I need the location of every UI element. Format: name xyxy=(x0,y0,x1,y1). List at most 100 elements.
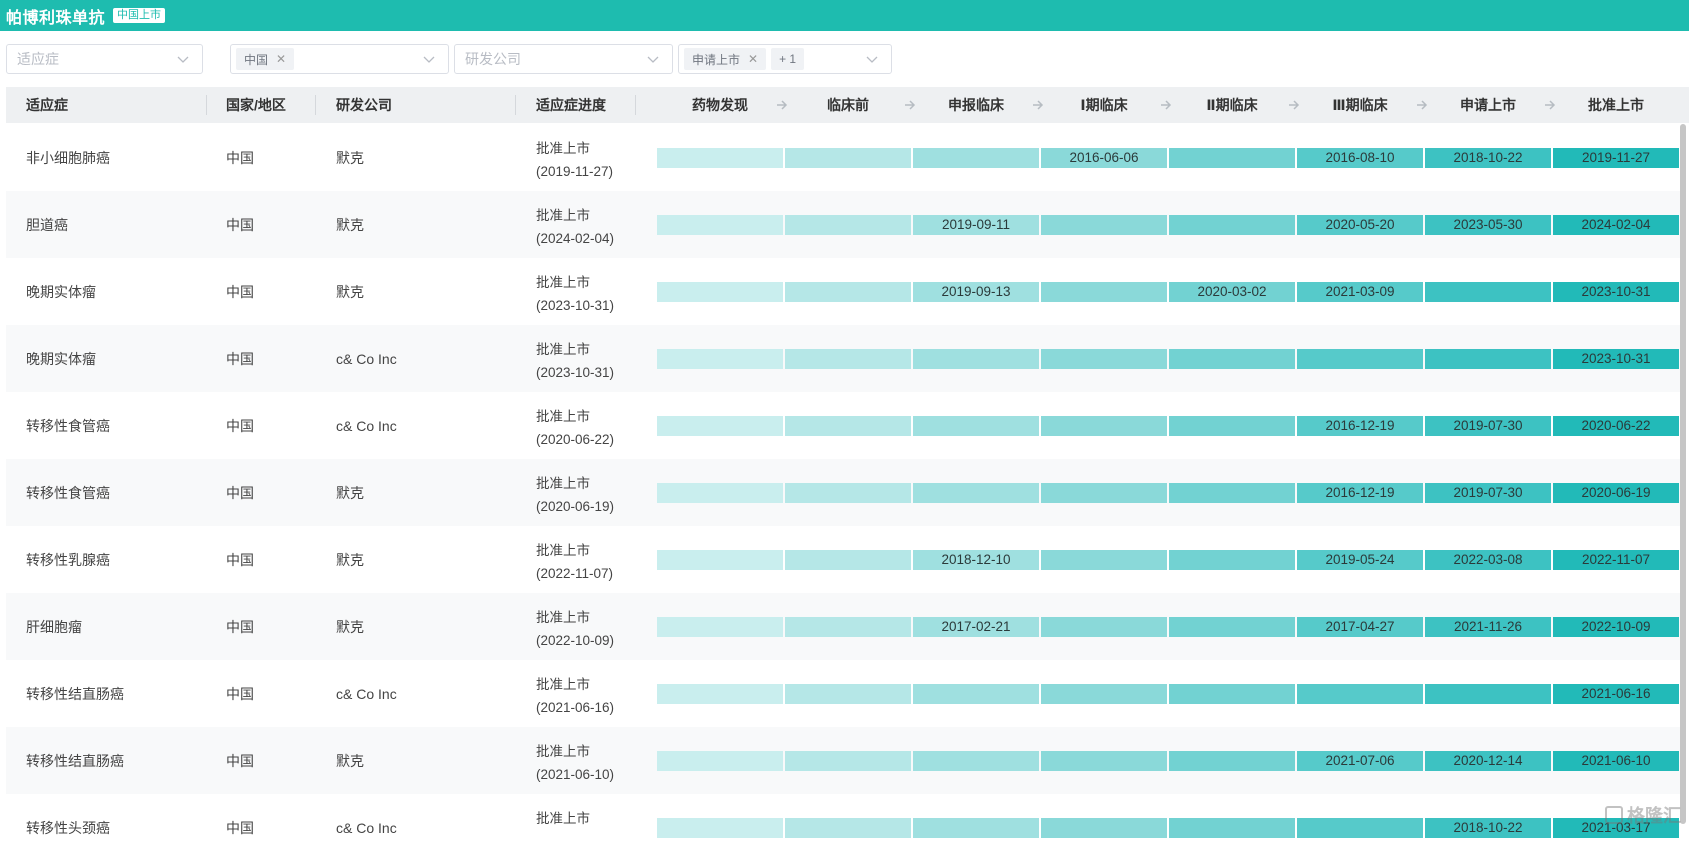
progress-status: 批准上市 xyxy=(536,141,590,156)
company-cell: 默克 xyxy=(336,484,364,501)
progress-date: (2023-10-31) xyxy=(536,298,615,313)
stage-bar xyxy=(1169,416,1295,436)
stage-select[interactable]: 申请上市 ✕ + 1 xyxy=(678,44,892,74)
company-cell: 默克 xyxy=(336,551,364,568)
stage-bar xyxy=(785,550,911,570)
indication-select[interactable]: 适应症 xyxy=(6,44,203,74)
progress-date: (2020-06-22) xyxy=(536,432,615,447)
table-header: 适应症 国家/地区 研发公司 适应症进度 药物发现 临床前 申报临床 Ⅰ期临床 Ⅱ期临床… xyxy=(6,87,1689,123)
company-select-placeholder: 研发公司 xyxy=(465,51,521,67)
stage-bar xyxy=(1297,349,1423,369)
indication-cell: 胆道癌 xyxy=(26,216,68,233)
progress-status: 批准上市 xyxy=(536,208,590,223)
indication-cell: 晚期实体瘤 xyxy=(26,283,96,300)
table-row[interactable]: 晚期实体瘤 中国 默克 批准上市 (2023-10-31) 2019-09-13 2020-… xyxy=(6,258,1685,325)
progress-cell: 批准上市 (2023-10-31) xyxy=(536,338,614,384)
stage-bar xyxy=(1041,282,1167,302)
table-row[interactable]: 转移性结直肠癌 中国 默克 批准上市 (2021-06-10) 2021-07-06 202… xyxy=(6,727,1685,794)
company-select[interactable]: 研发公司 xyxy=(454,44,673,74)
progress-status: 批准上市 xyxy=(536,744,590,759)
progress-date: (2019-11-27) xyxy=(536,164,614,179)
stage-bar: 2023-10-31 xyxy=(1553,349,1679,369)
stage-bar xyxy=(1425,684,1551,704)
indication-cell: 肝细胞瘤 xyxy=(26,618,82,635)
stage-bar: 2023-10-31 xyxy=(1553,282,1679,302)
table-row[interactable]: 转移性乳腺癌 中国 默克 批准上市 (2022-11-07) 2018-12-10 2019… xyxy=(6,526,1685,593)
column-header-company: 研发公司 xyxy=(336,97,392,113)
company-cell: 默克 xyxy=(336,283,364,300)
country-cell: 中国 xyxy=(226,417,254,434)
watermark-text: 格隆汇 xyxy=(1627,806,1681,826)
progress-cell: 批准上市 (2023-10-31) xyxy=(536,271,614,317)
stage-bar xyxy=(1041,349,1167,369)
stage-bar xyxy=(785,818,911,838)
country-select[interactable]: 中国 ✕ xyxy=(230,44,449,74)
column-header-stage: 药物发现 xyxy=(692,97,748,113)
stage-bar xyxy=(1169,684,1295,704)
table-row[interactable]: 晚期实体瘤 中国 c& Co Inc 批准上市 (2023-10-31) 2023-10-… xyxy=(6,325,1685,392)
column-divider xyxy=(635,95,636,115)
stage-bar xyxy=(785,684,911,704)
table-row[interactable]: 肝细胞瘤 中国 默克 批准上市 (2022-10-09) 2017-02-21 2017-0… xyxy=(6,593,1685,660)
stage-bar xyxy=(657,684,783,704)
stage-bar: 2016-12-19 xyxy=(1297,416,1423,436)
stage-tag-label: 申请上市 xyxy=(692,52,741,67)
progress-date: (2021-06-16) xyxy=(536,700,615,715)
stage-bar xyxy=(657,215,783,235)
progress-status: 批准上市 xyxy=(536,275,590,290)
stage-bar: 2021-06-16 xyxy=(1553,684,1679,704)
progress-cell: 批准上市 (2021-06-10) xyxy=(536,740,614,786)
stage-bar xyxy=(657,148,783,168)
stage-bar xyxy=(785,617,911,637)
country-cell: 中国 xyxy=(226,149,254,166)
stage-bar xyxy=(1297,684,1423,704)
stage-bar: 2020-06-19 xyxy=(1553,483,1679,503)
stage-bar: 2020-05-20 xyxy=(1297,215,1423,235)
stage-bar xyxy=(657,751,783,771)
table-row[interactable]: 非小细胞肺癌 中国 默克 批准上市 (2019-11-27) 2016-06-06 2016… xyxy=(6,124,1685,191)
remove-stage-tag-icon[interactable]: ✕ xyxy=(748,52,758,66)
progress-cell: 批准上市 (2019-11-27) xyxy=(536,137,613,183)
table-row[interactable]: 胆道癌 中国 默克 批准上市 (2024-02-04) 2019-09-11 2020-05… xyxy=(6,191,1685,258)
table-row[interactable]: 转移性结直肠癌 中国 c& Co Inc 批准上市 (2021-06-16) 2021-0… xyxy=(6,660,1685,727)
vertical-scrollbar[interactable] xyxy=(1680,124,1686,824)
stage-bar: 2017-02-21 xyxy=(913,617,1039,637)
column-header-stage: Ⅰ期临床 xyxy=(1080,97,1128,113)
country-cell: 中国 xyxy=(226,819,254,836)
table-row[interactable]: 转移性头颈癌 中国 c& Co Inc 批准上市 2018-10-22 2021-03-1… xyxy=(6,794,1685,861)
stage-bar: 2022-03-08 xyxy=(1425,550,1551,570)
stage-bar: 2017-04-27 xyxy=(1297,617,1423,637)
progress-status: 批准上市 xyxy=(536,409,590,424)
watermark-logo-icon xyxy=(1605,806,1623,824)
market-badge: 中国上市 xyxy=(113,8,166,23)
progress-status: 批准上市 xyxy=(536,610,590,625)
progress-cell: 批准上市 (2024-02-04) xyxy=(536,204,614,250)
progress-date: (2022-11-07) xyxy=(536,566,614,581)
stage-bar xyxy=(1169,349,1295,369)
remove-country-tag-icon[interactable]: ✕ xyxy=(276,52,286,66)
table-row[interactable]: 转移性食管癌 中国 默克 批准上市 (2020-06-19) 2016-12-19 2019… xyxy=(6,459,1685,526)
indication-cell: 转移性乳腺癌 xyxy=(26,551,110,568)
column-header-stage: Ⅲ期临床 xyxy=(1332,97,1388,113)
stage-bar: 2022-10-09 xyxy=(1553,617,1679,637)
stage-tag: 申请上市 ✕ xyxy=(684,48,767,70)
company-cell: 默克 xyxy=(336,149,364,166)
progress-status: 批准上市 xyxy=(536,811,590,826)
table-row[interactable]: 转移性食管癌 中国 c& Co Inc 批准上市 (2020-06-22) 2016-12… xyxy=(6,392,1685,459)
progress-status: 批准上市 xyxy=(536,543,590,558)
stage-bar: 2021-06-10 xyxy=(1553,751,1679,771)
stage-bar xyxy=(1169,617,1295,637)
stage-bar xyxy=(1169,483,1295,503)
country-cell: 中国 xyxy=(226,752,254,769)
indication-cell: 晚期实体瘤 xyxy=(26,350,96,367)
stage-bar: 2019-07-30 xyxy=(1425,483,1551,503)
stage-bar xyxy=(785,483,911,503)
country-tag-label: 中国 xyxy=(244,52,269,67)
column-header-stage: 申请上市 xyxy=(1460,97,1516,113)
column-header-stage: 批准上市 xyxy=(1588,97,1644,113)
progress-date: (2021-06-10) xyxy=(536,767,615,782)
stage-bar: 2024-02-04 xyxy=(1553,215,1679,235)
country-cell: 中国 xyxy=(226,484,254,501)
stage-bar: 2016-08-10 xyxy=(1297,148,1423,168)
stage-bar xyxy=(913,818,1039,838)
